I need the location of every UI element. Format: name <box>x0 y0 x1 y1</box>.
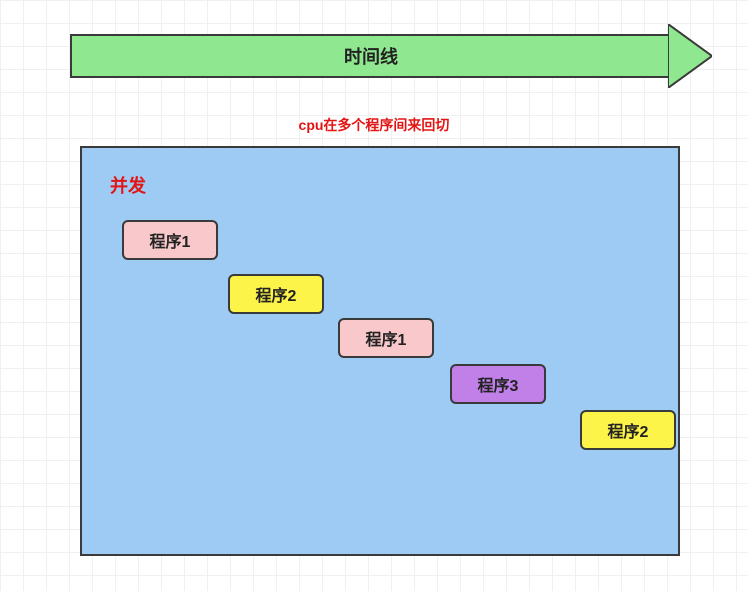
timeline-label: 时间线 <box>344 43 398 69</box>
timeline-arrow-body: 时间线 <box>70 34 670 78</box>
program-block: 程序3 <box>450 364 546 404</box>
program-block: 程序1 <box>122 220 218 260</box>
program-block: 程序1 <box>338 318 434 358</box>
program-label: 程序2 <box>608 418 649 442</box>
concurrency-panel: 并发 程序1 程序2 程序1 程序3 程序2 <box>80 146 680 556</box>
program-block: 程序2 <box>580 410 676 450</box>
program-label: 程序1 <box>150 228 191 252</box>
program-label: 程序2 <box>256 282 297 306</box>
arrow-right-icon <box>668 24 712 88</box>
program-label: 程序1 <box>366 326 407 350</box>
program-block: 程序2 <box>228 274 324 314</box>
program-label: 程序3 <box>478 372 519 396</box>
panel-title: 并发 <box>110 172 146 198</box>
timeline-arrow: 时间线 <box>70 28 710 84</box>
diagram-caption: cpu在多个程序间来回切 <box>0 115 748 135</box>
